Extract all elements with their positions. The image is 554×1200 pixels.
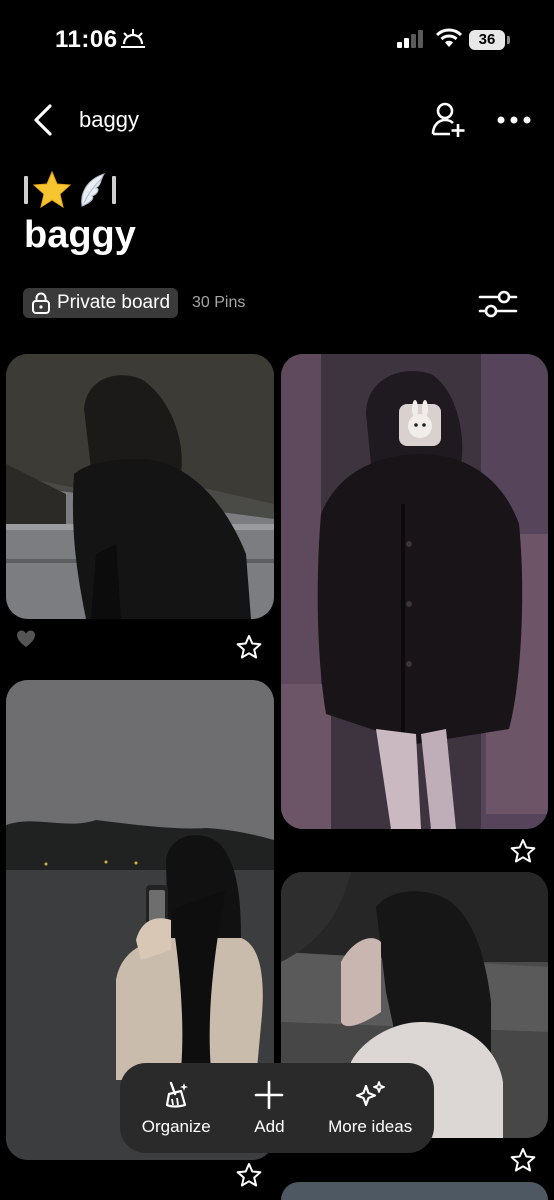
private-board-badge[interactable]: Private board [23, 288, 179, 318]
sparkles-icon [356, 1080, 386, 1106]
nav-title: baggy [79, 107, 139, 132]
privacy-label: Private board [57, 292, 171, 313]
more-ideas-button[interactable]: More ideas [328, 1080, 412, 1137]
save-star-icon[interactable] [236, 1162, 262, 1188]
broom-sparkle-icon [166, 1081, 189, 1108]
status-bar: 11:06 36 [0, 0, 554, 80]
filter-sliders-icon[interactable] [478, 289, 518, 319]
status-time: 11:06 [55, 26, 118, 53]
heart-reaction-icon[interactable] [16, 630, 36, 648]
board-action-bar: Organize Add More ideas [120, 1063, 434, 1153]
plus-icon [255, 1080, 284, 1109]
battery-nub [507, 36, 510, 44]
emoji-bar-right [112, 176, 116, 204]
save-star-icon[interactable] [510, 1147, 536, 1173]
add-button[interactable]: Add [254, 1080, 285, 1137]
lock-icon [32, 292, 50, 314]
add-collaborator-icon[interactable] [428, 100, 468, 140]
pin-count: 30 Pins [192, 294, 246, 311]
pin-image-1[interactable] [6, 354, 274, 619]
wing-emoji-icon [81, 173, 106, 207]
more-options-icon[interactable] [494, 105, 534, 135]
battery-indicator: 36 [469, 30, 505, 50]
board-title: baggy [24, 214, 136, 256]
star-emoji-icon [32, 170, 72, 209]
save-star-icon[interactable] [510, 838, 536, 864]
emoji-bar-left [24, 176, 28, 204]
add-label: Add [254, 1116, 285, 1136]
wifi-icon [436, 28, 462, 47]
organize-button[interactable]: Organize [142, 1080, 211, 1137]
pin-image-2[interactable] [281, 354, 548, 829]
save-star-icon[interactable] [236, 634, 262, 660]
organize-label: Organize [141, 1116, 211, 1136]
sunrise-icon [121, 29, 145, 48]
back-chevron-icon[interactable] [28, 100, 58, 140]
board-emoji-title [24, 170, 116, 210]
pin-image-5[interactable] [281, 1182, 548, 1200]
cell-signal-icon [397, 30, 423, 48]
more-ideas-label: More ideas [328, 1116, 413, 1136]
